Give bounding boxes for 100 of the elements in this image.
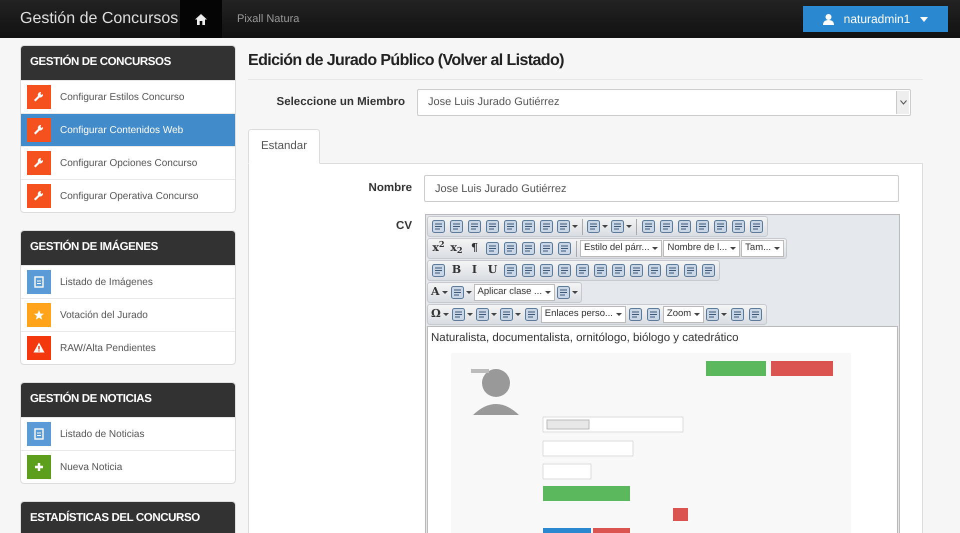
toolbar-dropdown[interactable]: Enlaces perso... — [540, 306, 626, 323]
toolbar-button[interactable] — [538, 218, 555, 235]
toolbar-icon — [611, 220, 624, 233]
toolbar-button[interactable]: x$^{2}$ — [430, 240, 447, 257]
toolbar-button[interactable] — [520, 240, 537, 257]
panel-heading: GESTIÓN DE CONCURSOS — [21, 46, 235, 80]
toolbar-button[interactable] — [730, 218, 747, 235]
toolbar-dropdown[interactable]: Tam... — [741, 240, 784, 257]
toolbar-button[interactable] — [522, 306, 540, 323]
toolbar-icon — [522, 220, 535, 233]
home-button[interactable] — [180, 0, 222, 38]
toolbar-button[interactable]: I — [466, 262, 483, 279]
sidebar-item-label: Configurar Operativa Concurso — [60, 190, 198, 204]
sidebar-item[interactable]: Nueva Noticia — [21, 450, 235, 483]
toolbar-button[interactable]: x$_{2}$ — [448, 240, 465, 257]
toolbar-button[interactable] — [628, 262, 645, 279]
toolbar-button[interactable] — [556, 240, 573, 257]
toolbar-icon — [450, 286, 464, 299]
toolbar-icon — [750, 220, 763, 233]
toolbar-button[interactable] — [646, 262, 663, 279]
toolbar-icon — [522, 242, 535, 255]
toolbar-button[interactable] — [610, 218, 633, 235]
sidebar-item[interactable]: Configurar Operativa Concurso — [21, 179, 235, 212]
name-input[interactable]: Jose Luis Jurado Gutiérrez — [424, 175, 899, 202]
toolbar-button[interactable]: U — [484, 262, 501, 279]
toolbar-button[interactable] — [502, 218, 519, 235]
caret-icon — [774, 247, 780, 250]
toolbar-button[interactable] — [474, 306, 498, 323]
toolbar-button[interactable]: ¶ — [466, 240, 483, 257]
toolbar-icon — [666, 264, 679, 277]
toolbar-button[interactable] — [700, 262, 717, 279]
toolbar-dropdown[interactable]: Nombre de l... — [663, 240, 740, 257]
toolbar-button[interactable] — [502, 262, 519, 279]
toolbar-button[interactable] — [538, 262, 555, 279]
toolbar-button[interactable] — [682, 262, 699, 279]
toolbar-dropdown[interactable]: Zoom — [662, 306, 704, 323]
back-link[interactable]: Volver al Listado — [442, 52, 560, 69]
toolbar-button[interactable] — [520, 262, 537, 279]
toolbar-button[interactable]: Ω — [430, 306, 450, 323]
toolbar-icon — [524, 308, 538, 321]
panel-heading: GESTIÓN DE NOTICIAS — [21, 383, 235, 417]
toolbar-icon — [594, 264, 607, 277]
toolbar-button[interactable] — [450, 306, 474, 323]
toolbar-button[interactable] — [694, 218, 711, 235]
toolbar-button[interactable] — [556, 284, 579, 301]
toolbar-button[interactable] — [658, 218, 675, 235]
toolbar-icon — [696, 220, 709, 233]
sidebar-item-label: Nueva Noticia — [60, 460, 122, 474]
toolbar-button[interactable] — [538, 240, 555, 257]
toolbar-button[interactable] — [556, 262, 573, 279]
toolbar-button[interactable] — [626, 306, 644, 323]
toolbar-button[interactable] — [640, 218, 657, 235]
chevron-down-icon — [900, 100, 906, 105]
toolbar-button[interactable]: B — [448, 262, 465, 279]
toolbar-button[interactable] — [592, 262, 609, 279]
sidebar-item[interactable]: RAW/Alta Pendientes — [21, 331, 235, 364]
toolbar-button[interactable] — [748, 218, 765, 235]
toolbar-button[interactable] — [610, 262, 627, 279]
toolbar-button[interactable] — [430, 218, 447, 235]
toolbar-button[interactable] — [586, 218, 609, 235]
toolbar-button[interactable] — [466, 218, 483, 235]
toolbar-button[interactable] — [712, 218, 729, 235]
toolbar-button[interactable] — [484, 218, 501, 235]
brand-link[interactable]: Gestión de Concursos — [0, 0, 180, 38]
toolbar-button[interactable] — [676, 218, 693, 235]
toolbar-button[interactable] — [747, 306, 764, 323]
toolbar-button[interactable] — [430, 262, 447, 279]
toolbar-icon — [684, 264, 697, 277]
toolbar-icon — [557, 220, 570, 233]
member-select[interactable]: Jose Luis Jurado Gutiérrez — [417, 89, 911, 116]
toolbar-button[interactable] — [502, 240, 519, 257]
toolbar-button[interactable] — [498, 306, 522, 323]
toolbar-button[interactable] — [448, 218, 465, 235]
toolbar-button[interactable] — [450, 284, 473, 301]
toolbar-icon — [468, 220, 481, 233]
site-link[interactable]: Pixall Natura — [222, 0, 300, 38]
toolbar-button[interactable] — [574, 262, 591, 279]
toolbar-button[interactable] — [664, 262, 681, 279]
toolbar-button[interactable] — [644, 306, 662, 323]
sidebar-item[interactable]: Configurar Opciones Concurso — [21, 146, 235, 179]
toolbar-icon — [732, 220, 745, 233]
toolbar-dropdown[interactable]: Estilo del párr... — [580, 240, 662, 257]
toolbar-dropdown[interactable]: Aplicar clase ... — [474, 284, 555, 301]
caret-icon — [616, 313, 622, 316]
toolbar-button[interactable] — [520, 218, 537, 235]
sidebar-item[interactable]: Configurar Contenidos Web — [21, 113, 235, 146]
caret-icon — [694, 313, 700, 316]
sidebar-item-label: RAW/Alta Pendientes — [60, 342, 156, 356]
caret-icon — [920, 16, 928, 22]
toolbar-button[interactable] — [729, 306, 746, 323]
sidebar-item[interactable]: Listado de Imágenes — [21, 265, 235, 298]
toolbar-button[interactable] — [705, 306, 728, 323]
field-label: CV — [395, 219, 412, 234]
sidebar-item[interactable]: Votación del Jurado — [21, 298, 235, 331]
tab[interactable]: Estandar — [248, 129, 320, 164]
user-menu-button[interactable]: naturadmin1 — [803, 6, 948, 32]
toolbar-button[interactable]: A — [430, 284, 449, 301]
toolbar-button[interactable] — [484, 240, 501, 257]
sidebar-item[interactable]: Listado de Noticias — [21, 417, 235, 450]
toolbar-button[interactable] — [556, 218, 579, 235]
